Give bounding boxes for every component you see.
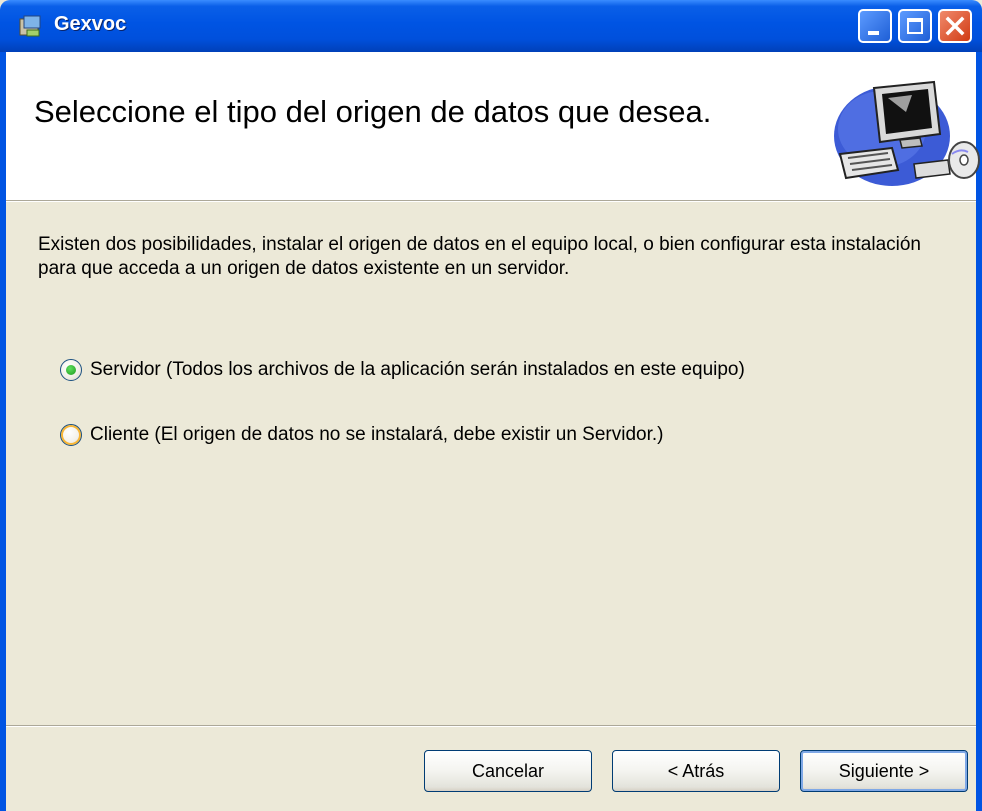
page-title: Seleccione el tipo del origen de datos q… (34, 94, 712, 129)
minimize-icon (868, 31, 879, 35)
banner-divider-highlight (6, 201, 976, 202)
minimize-button[interactable] (858, 9, 892, 43)
servidor-label[interactable]: Servidor (Todos los archivos de la aplic… (90, 359, 745, 381)
cliente-radio[interactable] (60, 424, 82, 446)
servidor-radio[interactable] (60, 359, 82, 381)
installer-window: Gexvoc Seleccione el tipo del origen de … (0, 0, 982, 811)
computer-setup-icon (834, 80, 980, 186)
close-button[interactable] (938, 9, 972, 43)
installer-app-icon (19, 15, 41, 37)
title-bar[interactable]: Gexvoc (0, 0, 982, 52)
close-icon (945, 16, 965, 36)
footer-divider-highlight (6, 726, 976, 727)
next-button[interactable]: Siguiente > (800, 750, 968, 792)
option-servidor[interactable]: Servidor (Todos los archivos de la aplic… (60, 359, 745, 381)
description-text: Existen dos posibilidades, instalar el o… (38, 234, 921, 279)
option-cliente[interactable]: Cliente (El origen de datos no se instal… (60, 424, 663, 446)
back-button[interactable]: < Atrás (612, 750, 780, 792)
maximize-button[interactable] (898, 9, 932, 43)
window-title: Gexvoc (54, 13, 127, 35)
header-banner: Seleccione el tipo del origen de datos q… (6, 52, 980, 200)
cancel-button[interactable]: Cancelar (424, 750, 592, 792)
maximize-icon (907, 18, 923, 34)
cliente-label[interactable]: Cliente (El origen de datos no se instal… (90, 424, 663, 446)
